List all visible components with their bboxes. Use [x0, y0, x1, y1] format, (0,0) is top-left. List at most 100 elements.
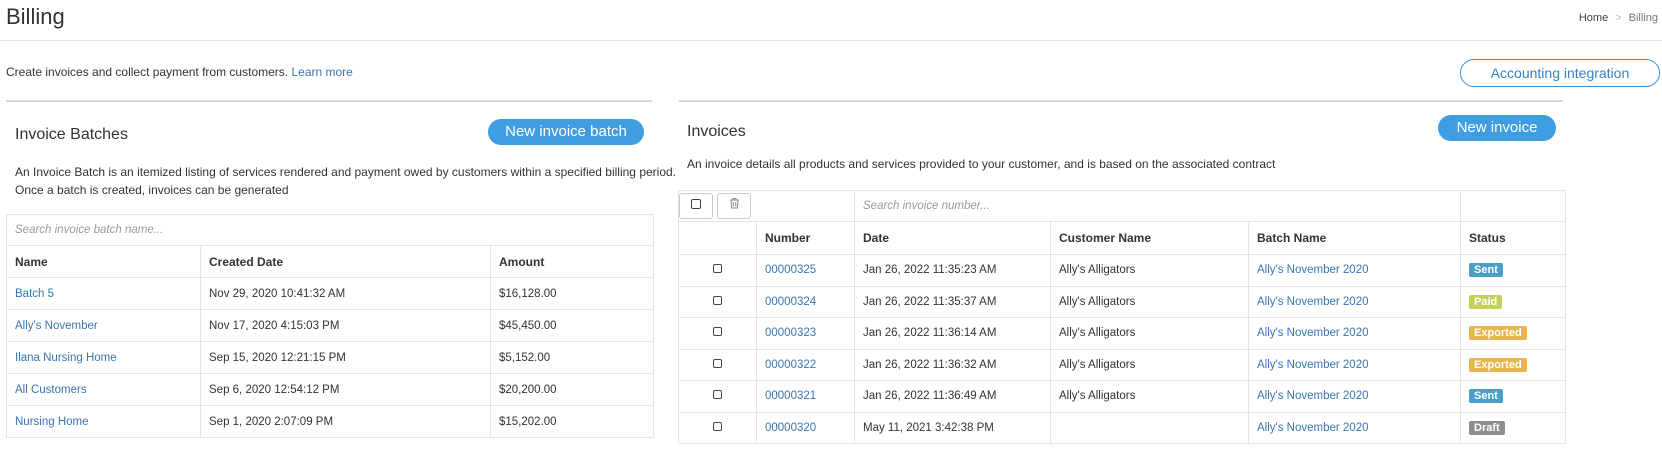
invoice-select-cell [678, 411, 757, 444]
column-header-status[interactable]: Status [1460, 221, 1566, 255]
invoice-number-cell: 00000324 [756, 285, 855, 318]
invoice-batch-cell: Ally's November 2020 [1248, 254, 1461, 287]
column-header-amount[interactable]: Amount [490, 245, 654, 278]
batch-row[interactable]: Nursing Home Sep 1, 2020 2:07:09 PM $15,20… [6, 405, 654, 438]
batch-created-date-cell: Nov 29, 2020 10:41:32 AM [200, 277, 491, 310]
batch-row[interactable]: All Customers Sep 6, 2020 12:54:12 PM $20,… [6, 373, 654, 406]
invoices-table: Search invoice number... Number Date Cus… [678, 190, 1566, 444]
select-all-checkbox[interactable] [679, 193, 713, 219]
invoice-number-link[interactable]: 00000324 [765, 296, 816, 308]
invoice-row[interactable]: 00000324 Jan 26, 2022 11:35:37 AM Ally's A… [678, 285, 1566, 318]
batch-amount-cell: $45,450.00 [490, 309, 654, 342]
invoice-select-cell [678, 380, 757, 413]
row-checkbox[interactable] [713, 264, 722, 274]
invoice-search-input[interactable]: Search invoice number... [854, 190, 1461, 222]
intro-text: Create invoices and collect payment from… [6, 65, 353, 79]
batch-name-cell: Nursing Home [6, 405, 201, 438]
invoice-date-cell: Jan 26, 2022 11:36:32 AM [854, 348, 1051, 381]
invoice-number-link[interactable]: 00000320 [765, 422, 816, 434]
batch-row[interactable]: Ilana Nursing Home Sep 15, 2020 12:21:15 … [6, 341, 654, 374]
status-badge: Exported [1469, 326, 1527, 341]
column-header-name[interactable]: Name [6, 245, 201, 278]
column-header-customer-name[interactable]: Customer Name [1050, 221, 1249, 255]
invoice-batch-link[interactable]: Ally's November 2020 [1257, 390, 1369, 402]
batch-name-link[interactable]: Ilana Nursing Home [15, 352, 117, 364]
invoice-number-link[interactable]: 00000325 [765, 264, 816, 276]
batch-amount-cell: $5,152.00 [490, 341, 654, 374]
row-checkbox[interactable] [713, 327, 722, 337]
invoice-customer-cell: Ally's Alligators [1050, 254, 1249, 287]
delete-button[interactable] [717, 193, 751, 219]
invoice-status-cell: Exported [1460, 348, 1566, 381]
batch-amount-cell: $16,128.00 [490, 277, 654, 310]
batch-name-cell: Ilana Nursing Home [6, 341, 201, 374]
invoice-batch-link[interactable]: Ally's November 2020 [1257, 359, 1369, 371]
batch-created-date-cell: Sep 1, 2020 2:07:09 PM [200, 405, 491, 438]
batch-row[interactable]: Batch 5 Nov 29, 2020 10:41:32 AM $16,128.0… [6, 277, 654, 310]
invoice-row[interactable]: 00000320 May 11, 2021 3:42:38 PM Ally's No… [678, 411, 1566, 444]
invoice-number-link[interactable]: 00000322 [765, 359, 816, 371]
invoice-number-cell: 00000322 [756, 348, 855, 381]
invoice-batch-link[interactable]: Ally's November 2020 [1257, 327, 1369, 339]
invoice-number-cell: 00000325 [756, 254, 855, 287]
invoice-status-cell: Exported [1460, 317, 1566, 350]
invoice-batch-link[interactable]: Ally's November 2020 [1257, 422, 1369, 434]
breadcrumb-current: Billing [1628, 12, 1658, 24]
batch-name-cell: Batch 5 [6, 277, 201, 310]
batch-row[interactable]: Ally's November Nov 17, 2020 4:15:03 PM $4… [6, 309, 654, 342]
batch-search-input[interactable]: Search invoice batch name... [6, 214, 654, 246]
batch-name-link[interactable]: Nursing Home [15, 416, 89, 428]
right-divider [679, 100, 1563, 102]
batch-amount-cell: $15,202.00 [490, 405, 654, 438]
invoice-row[interactable]: 00000321 Jan 26, 2022 11:36:49 AM Ally's A… [678, 380, 1566, 413]
invoice-batch-cell: Ally's November 2020 [1248, 285, 1461, 318]
column-header-number[interactable]: Number [756, 221, 855, 255]
invoice-row[interactable]: 00000323 Jan 26, 2022 11:36:14 AM Ally's A… [678, 317, 1566, 350]
invoice-select-cell [678, 317, 757, 350]
status-badge: Exported [1469, 357, 1527, 372]
batch-name-cell: Ally's November [6, 309, 201, 342]
intro-description: Create invoices and collect payment from… [6, 65, 289, 79]
invoice-date-cell: Jan 26, 2022 11:36:49 AM [854, 380, 1051, 413]
new-invoice-button[interactable]: New invoice [1438, 115, 1556, 141]
batch-name-link[interactable]: Batch 5 [15, 288, 54, 300]
batch-created-date-cell: Nov 17, 2020 4:15:03 PM [200, 309, 491, 342]
invoice-customer-cell: Ally's Alligators [1050, 317, 1249, 350]
invoice-row[interactable]: 00000325 Jan 26, 2022 11:35:23 AM Ally's A… [678, 254, 1566, 287]
invoice-select-cell [678, 285, 757, 318]
invoices-description: An invoice details all products and serv… [687, 157, 1276, 171]
invoice-batch-link[interactable]: Ally's November 2020 [1257, 296, 1369, 308]
row-checkbox[interactable] [713, 421, 722, 431]
batches-description-line2: Once a batch is created, invoices can be… [15, 183, 289, 197]
invoice-status-cell: Draft [1460, 411, 1566, 444]
invoice-batch-link[interactable]: Ally's November 2020 [1257, 264, 1369, 276]
invoice-customer-cell: Ally's Alligators [1050, 285, 1249, 318]
breadcrumb-home-link[interactable]: Home [1579, 12, 1608, 24]
invoice-customer-cell: Ally's Alligators [1050, 380, 1249, 413]
batch-amount-cell: $20,200.00 [490, 373, 654, 406]
invoice-number-link[interactable]: 00000323 [765, 327, 816, 339]
row-checkbox[interactable] [713, 295, 722, 305]
new-invoice-batch-button[interactable]: New invoice batch [488, 119, 644, 145]
row-checkbox[interactable] [713, 390, 722, 400]
search-row-empty-cell [1460, 190, 1566, 222]
column-header-batch-name[interactable]: Batch Name [1248, 221, 1461, 255]
invoice-batches-table: Search invoice batch name... Name Create… [6, 214, 654, 438]
invoice-date-cell: Jan 26, 2022 11:35:37 AM [854, 285, 1051, 318]
batch-name-link[interactable]: All Customers [15, 384, 87, 396]
batch-table-header: Name Created Date Amount [6, 245, 654, 278]
invoice-number-link[interactable]: 00000321 [765, 390, 816, 402]
batch-name-link[interactable]: Ally's November [15, 320, 98, 332]
learn-more-link[interactable]: Learn more [291, 65, 352, 79]
breadcrumb-separator: > [1615, 12, 1622, 24]
invoice-row[interactable]: 00000322 Jan 26, 2022 11:36:32 AM Ally's A… [678, 348, 1566, 381]
invoice-customer-cell: Ally's Alligators [1050, 348, 1249, 381]
row-checkbox[interactable] [713, 358, 722, 368]
breadcrumb: Home > Billing [1579, 12, 1658, 24]
column-header-created-date[interactable]: Created Date [200, 245, 491, 278]
trash-icon [729, 198, 739, 209]
batches-description-line1: An Invoice Batch is an itemized listing … [15, 165, 677, 179]
invoice-select-cell [678, 348, 757, 381]
accounting-integration-button[interactable]: Accounting integration [1460, 59, 1660, 87]
column-header-date[interactable]: Date [854, 221, 1051, 255]
